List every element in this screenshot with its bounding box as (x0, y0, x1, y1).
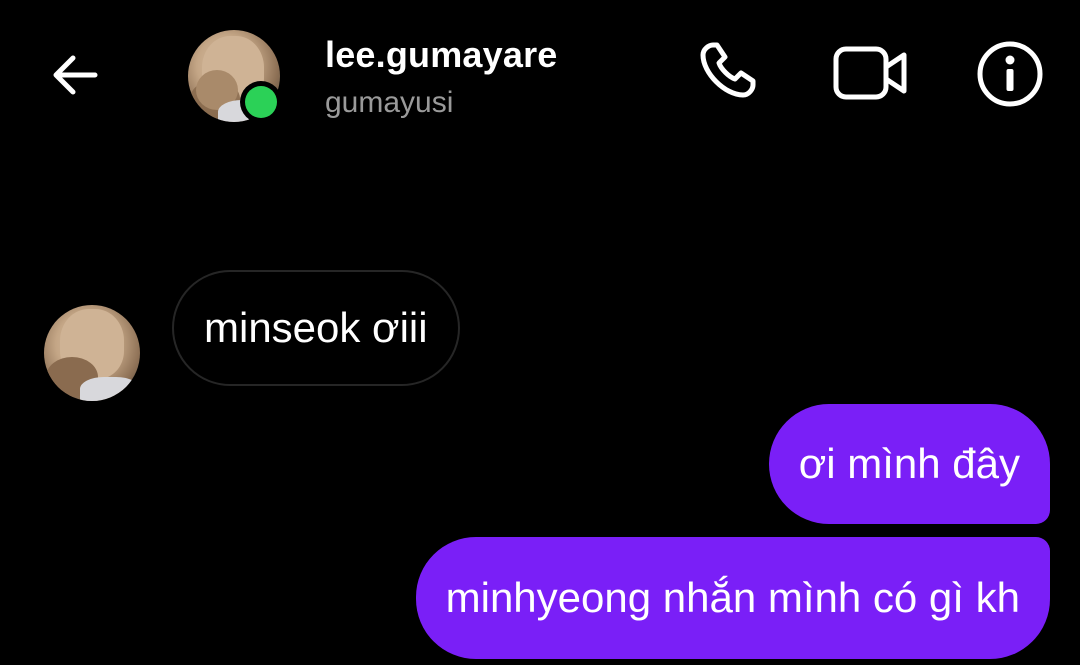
online-status-indicator (245, 86, 277, 118)
info-button[interactable] (972, 36, 1048, 112)
contact-username[interactable]: lee.gumayare (325, 34, 558, 76)
outgoing-message-bubble[interactable]: minhyeong nhắn mình có gì kh (415, 537, 1050, 659)
phone-icon (700, 42, 756, 98)
video-camera-icon (833, 46, 907, 100)
voice-call-button[interactable] (692, 36, 762, 106)
incoming-message-bubble[interactable]: minseok ơiii (172, 270, 460, 386)
contact-handle: gumayusi (325, 86, 454, 119)
chat-header: lee.gumayare gumayusi (0, 0, 1080, 150)
sender-avatar[interactable] (44, 305, 140, 401)
back-button[interactable] (44, 44, 106, 106)
outgoing-message-bubble[interactable]: ơi mình đây (768, 404, 1050, 524)
info-icon (977, 41, 1043, 107)
video-call-button[interactable] (830, 38, 910, 108)
back-arrow-icon (53, 55, 98, 95)
